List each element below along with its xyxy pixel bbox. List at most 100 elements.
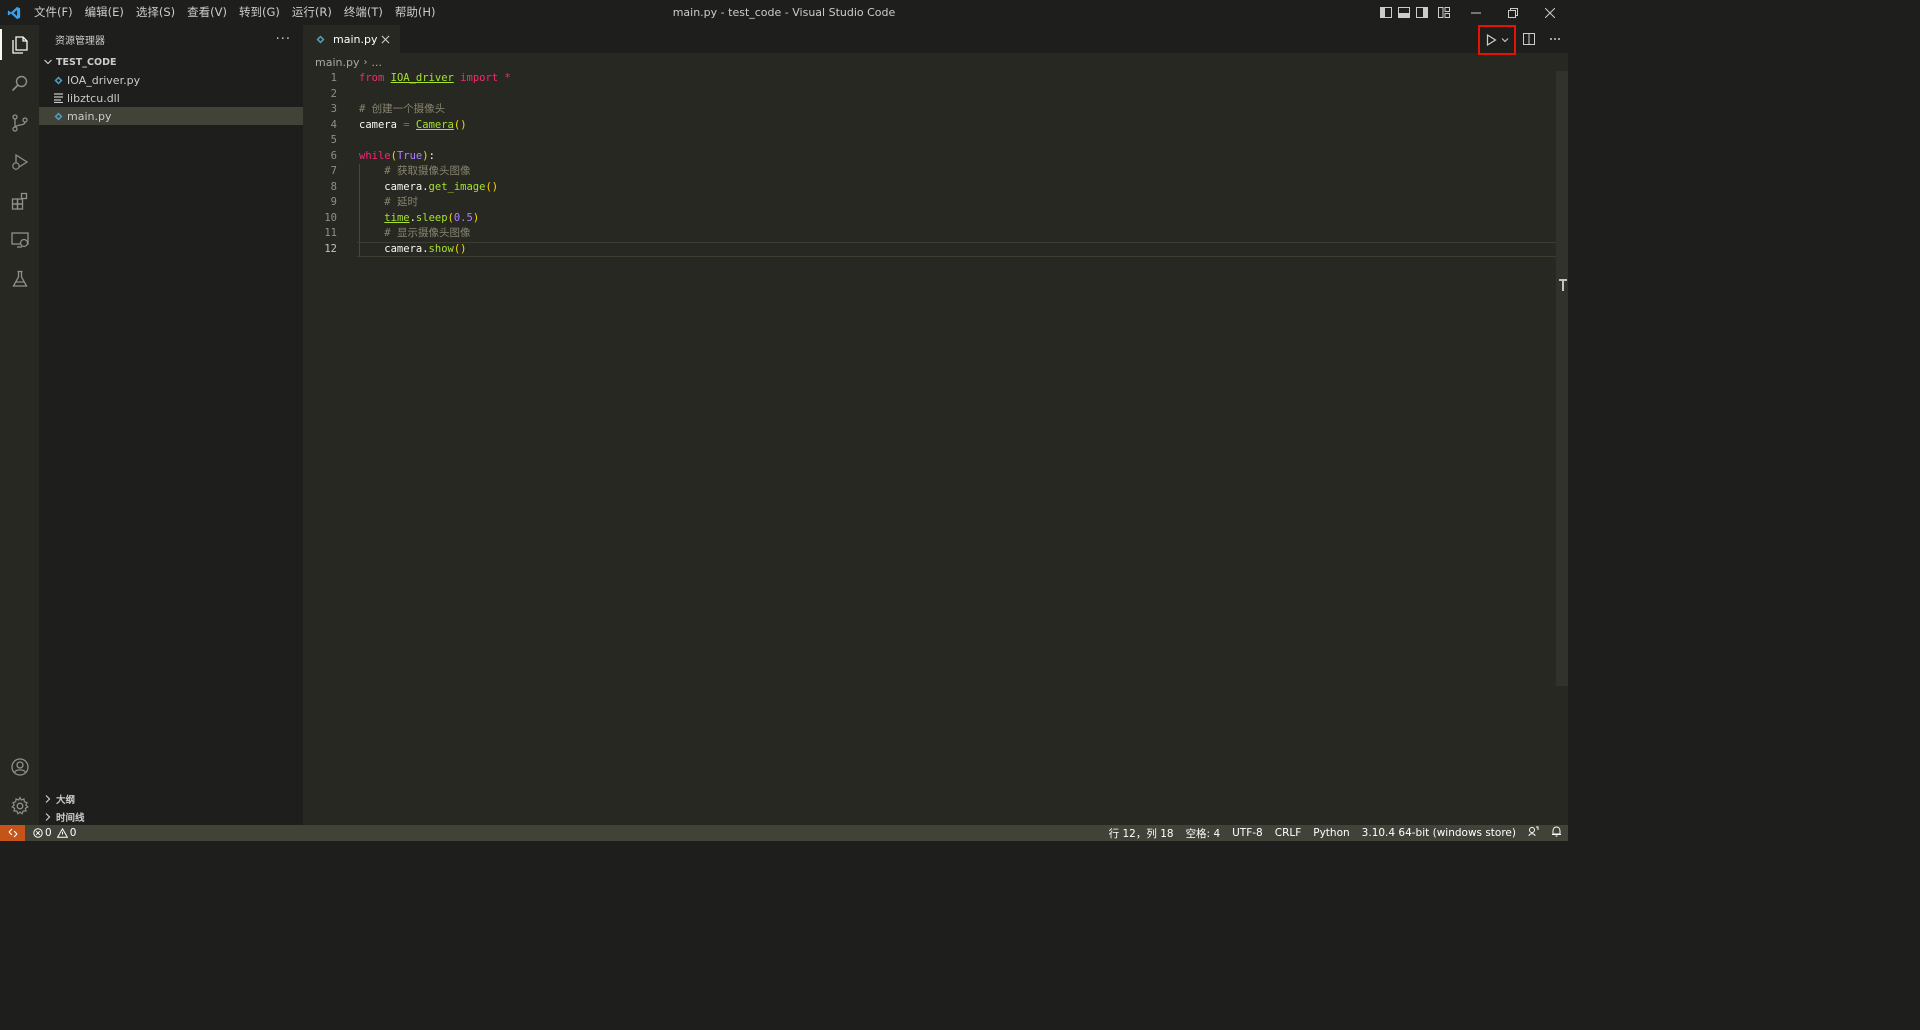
- warning-count: 0: [69, 827, 77, 839]
- line-number: 9: [330, 196, 337, 208]
- line-text: # 显示摄像头图像: [384, 227, 471, 239]
- editor-group: main.py main.py › ... 1 from IOA_driver …: [303, 24, 1568, 825]
- code-line[interactable]: 10 time.sleep(0.5): [303, 210, 1556, 226]
- title-controls: [1377, 0, 1568, 25]
- testing-icon[interactable]: [0, 259, 39, 298]
- restore-icon[interactable]: [1494, 0, 1531, 25]
- python-file-icon: [52, 109, 64, 123]
- source-control-icon[interactable]: [0, 103, 39, 142]
- status-right: 行 12，列 18 空格: 4 UTF-8 CRLF Python 3.10.4…: [1103, 825, 1568, 841]
- menu-view[interactable]: 查看(V): [181, 0, 233, 25]
- file-libztcu[interactable]: libztcu.dll: [39, 89, 303, 107]
- line-number: 12: [324, 242, 337, 255]
- section-timeline[interactable]: 时间线: [39, 807, 303, 825]
- line-number: 8: [330, 180, 337, 193]
- code-line[interactable]: 12 camera.show(): [303, 241, 1556, 257]
- chevron-right-icon: [45, 812, 51, 821]
- minimize-icon[interactable]: [1457, 0, 1494, 25]
- code-line[interactable]: 7 # 获取摄像头图像: [303, 164, 1556, 180]
- code-line[interactable]: 9 # 延时: [303, 195, 1556, 211]
- editor-actions: [1478, 24, 1568, 55]
- line-text: # 创建一个摄像头: [359, 103, 446, 115]
- menu-file[interactable]: 文件(F): [28, 0, 79, 25]
- code-line[interactable]: 3 # 创建一个摄像头: [303, 102, 1556, 118]
- menu-go[interactable]: 转到(G): [233, 0, 286, 25]
- line-number: 4: [330, 118, 337, 131]
- section-outline[interactable]: 大纲: [39, 789, 303, 807]
- encoding[interactable]: UTF-8: [1226, 827, 1269, 839]
- code-line[interactable]: 8 camera.get_image(): [303, 179, 1556, 195]
- close-icon[interactable]: [378, 32, 392, 46]
- problems-indicator[interactable]: 0 0: [33, 827, 76, 839]
- split-editor-icon[interactable]: [1516, 25, 1542, 53]
- menu-help[interactable]: 帮助(H): [389, 0, 442, 25]
- code-line[interactable]: 5: [303, 133, 1556, 149]
- line-text: # 延时: [384, 196, 418, 208]
- code-line[interactable]: 6 while(True):: [303, 149, 1556, 165]
- menu-bar: 文件(F) 编辑(E) 选择(S) 查看(V) 转到(G) 运行(R) 终端(T…: [28, 0, 441, 25]
- toggle-primary-sidebar-icon[interactable]: [1377, 0, 1395, 25]
- tab-label: main.py: [333, 32, 378, 46]
- code-editor[interactable]: 1 from IOA_driver import * 2 3 # 创建一个摄像头 4 cam…: [303, 71, 1556, 825]
- breadcrumb-separator-icon: ›: [363, 56, 368, 68]
- extensions-icon[interactable]: [0, 181, 39, 220]
- breadcrumb-symbols[interactable]: ...: [371, 56, 382, 69]
- sidebar-sections: 大纲 时间线: [39, 789, 303, 825]
- menu-terminal[interactable]: 终端(T): [338, 0, 389, 25]
- menu-edit[interactable]: 编辑(E): [79, 0, 130, 25]
- menu-run[interactable]: 运行(R): [286, 0, 338, 25]
- indentation[interactable]: 空格: 4: [1180, 826, 1227, 841]
- tab-main-py[interactable]: main.py: [303, 25, 400, 53]
- folder-test-code[interactable]: TEST_CODE: [39, 53, 303, 71]
- file-main-py[interactable]: main.py: [39, 107, 303, 125]
- menu-selection[interactable]: 选择(S): [130, 0, 181, 25]
- warning-icon: [56, 828, 68, 838]
- line-number: 5: [330, 134, 337, 146]
- end-of-line[interactable]: CRLF: [1269, 827, 1308, 839]
- error-icon: [33, 828, 43, 838]
- code-line[interactable]: 11 # 显示摄像头图像: [303, 226, 1556, 242]
- status-bar: 0 0 行 12，列 18 空格: 4 UTF-8 CRLF Python 3.…: [0, 825, 1568, 841]
- remote-indicator-icon[interactable]: [0, 825, 25, 841]
- more-actions-icon[interactable]: ···: [276, 32, 291, 47]
- search-icon[interactable]: [0, 64, 39, 103]
- play-icon: [1486, 33, 1497, 46]
- run-python-file-button[interactable]: [1478, 24, 1516, 55]
- activity-bar: [0, 25, 39, 825]
- line-number: 7: [330, 165, 337, 177]
- manage-gear-icon[interactable]: [0, 786, 39, 825]
- explorer-sidebar: 资源管理器 ··· TEST_CODE IOA_driver.py libztc…: [39, 25, 303, 825]
- close-window-icon[interactable]: [1531, 0, 1568, 25]
- line-text: time.sleep(0.5): [384, 211, 480, 224]
- breadcrumb: main.py › ...: [303, 53, 1568, 71]
- python-file-icon: [52, 73, 64, 87]
- toggle-panel-icon[interactable]: [1395, 0, 1413, 25]
- code-line[interactable]: 4 camera = Camera(): [303, 118, 1556, 134]
- toggle-secondary-sidebar-icon[interactable]: [1413, 0, 1431, 25]
- accounts-icon[interactable]: [0, 747, 39, 786]
- vscode-logo-icon: [0, 0, 28, 25]
- chevron-down-icon[interactable]: [1501, 36, 1509, 44]
- language-mode[interactable]: Python: [1307, 827, 1355, 839]
- explorer-icon[interactable]: [0, 25, 39, 64]
- vertical-scrollbar[interactable]: [1556, 71, 1568, 686]
- cursor-position[interactable]: 行 12，列 18: [1103, 826, 1180, 841]
- breadcrumb-file[interactable]: main.py: [315, 56, 359, 69]
- file-name: IOA_driver.py: [67, 73, 141, 87]
- notifications-bell-icon[interactable]: [1545, 826, 1568, 840]
- line-number: 10: [324, 211, 337, 224]
- line-number: 2: [330, 87, 337, 100]
- code-line[interactable]: 1 from IOA_driver import *: [303, 71, 1556, 87]
- file-ioa-driver[interactable]: IOA_driver.py: [39, 71, 303, 89]
- tab-bar: main.py: [303, 24, 1568, 55]
- python-interpreter[interactable]: 3.10.4 64-bit (windows store): [1356, 827, 1522, 839]
- customize-layout-icon[interactable]: [1431, 0, 1457, 25]
- line-text: from IOA_driver import *: [359, 72, 511, 84]
- file-name: main.py: [67, 109, 112, 123]
- remote-explorer-icon[interactable]: [0, 220, 39, 259]
- run-debug-icon[interactable]: [0, 142, 39, 181]
- code-line[interactable]: 2: [303, 87, 1556, 103]
- line-text: camera.get_image(): [359, 180, 499, 193]
- feedback-icon[interactable]: [1522, 826, 1545, 840]
- more-actions-icon[interactable]: [1542, 25, 1568, 53]
